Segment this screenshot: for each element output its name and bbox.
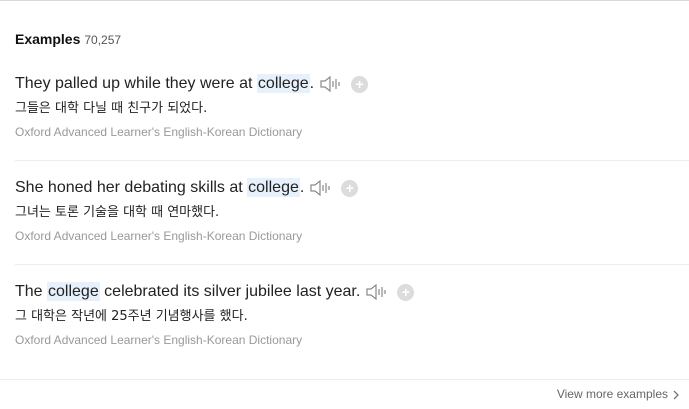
plus-circle-icon[interactable]: +: [351, 75, 369, 93]
view-more-examples-link[interactable]: View more examples: [557, 387, 681, 401]
examples-panel: Examples 70,257 They palled up while the…: [0, 0, 689, 409]
divider: [15, 160, 689, 161]
plus-circle-icon[interactable]: +: [341, 179, 359, 197]
examples-count: 70,257: [84, 33, 122, 47]
example-sentence-row: She honed her debating skills at college…: [15, 175, 689, 201]
divider: [15, 264, 689, 265]
sentence-text-after: .: [299, 179, 305, 196]
highlighted-keyword: college: [256, 74, 310, 93]
example-sentence: She honed her debating skills at college…: [15, 178, 305, 197]
examples-header: Examples 70,257: [15, 31, 121, 47]
sentence-text-after: .: [309, 75, 315, 92]
example-sentence-row: The college celebrated its silver jubile…: [15, 279, 689, 305]
speaker-icon[interactable]: [309, 178, 333, 198]
sentence-text-before: The: [15, 283, 48, 300]
sentence-text-after: celebrated its silver jubilee last year.: [99, 283, 361, 300]
example-sentence: They palled up while they were at colleg…: [15, 74, 315, 93]
example-source: Oxford Advanced Learner's English-Korean…: [15, 333, 303, 347]
example-translation: 그녀는 토론 기술을 대학 때 연마했다.: [15, 205, 220, 220]
example-source: Oxford Advanced Learner's English-Korean…: [15, 229, 303, 243]
example-item: The college celebrated its silver jubile…: [0, 279, 689, 347]
view-more-label: View more examples: [556, 387, 668, 401]
highlighted-keyword: college: [47, 282, 100, 301]
example-sentence: The college celebrated its silver jubile…: [15, 282, 361, 301]
sentence-text-before: They palled up while they were at: [15, 75, 257, 92]
example-item: They palled up while they were at colleg…: [0, 71, 689, 139]
speaker-icon[interactable]: [365, 282, 389, 302]
sentence-text-before: She honed her debating skills at: [15, 179, 248, 196]
example-translation: 그 대학은 작년에 25주년 기념행사를 했다.: [15, 309, 248, 324]
example-translation: 그들은 대학 다닐 때 친구가 되었다.: [15, 101, 208, 116]
speaker-icon[interactable]: [319, 74, 343, 94]
highlighted-keyword: college: [247, 178, 300, 197]
example-source: Oxford Advanced Learner's English-Korean…: [15, 125, 303, 139]
example-item: She honed her debating skills at college…: [0, 175, 689, 243]
footer-divider: [0, 379, 689, 380]
plus-circle-icon[interactable]: +: [397, 283, 415, 301]
chevron-right-icon: [671, 389, 681, 400]
examples-title: Examples: [15, 31, 81, 47]
example-sentence-row: They palled up while they were at colleg…: [15, 71, 689, 97]
